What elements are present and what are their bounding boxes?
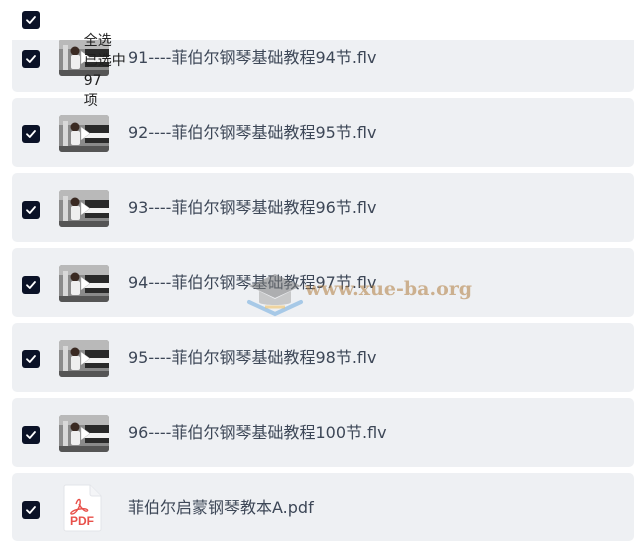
file-checkbox[interactable] (22, 125, 40, 143)
file-name[interactable]: 95----菲伯尔钢琴基础教程98节.flv (128, 347, 376, 369)
file-row[interactable]: 93----菲伯尔钢琴基础教程96节.flv (12, 173, 634, 242)
checkmark-icon (26, 55, 36, 63)
file-checkbox[interactable] (22, 350, 40, 368)
video-thumbnail-image (59, 265, 109, 302)
file-name[interactable]: 91----菲伯尔钢琴基础教程94节.flv (128, 47, 376, 69)
checkmark-icon (26, 130, 36, 138)
file-name[interactable]: 92----菲伯尔钢琴基础教程95节.flv (128, 122, 376, 144)
file-checkbox[interactable] (22, 50, 40, 68)
video-thumbnail[interactable] (59, 265, 109, 302)
file-checkbox[interactable] (22, 501, 40, 519)
checkmark-icon (26, 355, 36, 363)
checkmark-icon (26, 281, 36, 289)
file-row[interactable]: PDF 菲伯尔启蒙钢琴教本A.pdf (12, 473, 634, 541)
video-thumbnail-image (59, 190, 109, 227)
file-name[interactable]: 96----菲伯尔钢琴基础教程100节.flv (128, 422, 387, 444)
selection-summary: 全选 已选中 97 项 (57, 11, 132, 131)
selected-label: 已选中 (83, 53, 126, 69)
file-checkbox[interactable] (22, 426, 40, 444)
checkmark-icon (26, 506, 36, 514)
selected-count: 97 (83, 73, 102, 89)
video-thumbnail-image (59, 340, 109, 377)
pdf-icon-label: PDF (70, 514, 94, 528)
file-selection-page: 91----菲伯尔钢琴基础教程94节.flv 92----菲伯尔钢琴基础教程95… (0, 0, 634, 545)
file-name[interactable]: 93----菲伯尔钢琴基础教程96节.flv (128, 197, 376, 219)
video-thumbnail[interactable] (59, 340, 109, 377)
video-thumbnail[interactable] (59, 415, 109, 452)
unit-label: 项 (83, 93, 98, 109)
selection-header: 全选 已选中 97 项 (0, 0, 634, 109)
checkmark-icon (26, 431, 36, 439)
file-checkbox[interactable] (22, 201, 40, 219)
select-all-label[interactable]: 全选 (84, 33, 112, 49)
pdf-icon: PDF (63, 484, 102, 532)
file-row[interactable]: 94----菲伯尔钢琴基础教程97节.flv (12, 248, 634, 317)
select-all-checkbox[interactable] (22, 11, 40, 29)
file-row[interactable]: 95----菲伯尔钢琴基础教程98节.flv (12, 323, 634, 392)
checkmark-icon (26, 206, 36, 214)
video-thumbnail-image (59, 415, 109, 452)
file-checkbox[interactable] (22, 276, 40, 294)
checkmark-icon (26, 16, 36, 24)
file-name[interactable]: 菲伯尔启蒙钢琴教本A.pdf (128, 497, 314, 519)
file-row[interactable]: 96----菲伯尔钢琴基础教程100节.flv (12, 398, 634, 467)
video-thumbnail[interactable] (59, 190, 109, 227)
file-name[interactable]: 94----菲伯尔钢琴基础教程97节.flv (128, 272, 376, 294)
pdf-file-icon[interactable]: PDF (62, 484, 102, 532)
